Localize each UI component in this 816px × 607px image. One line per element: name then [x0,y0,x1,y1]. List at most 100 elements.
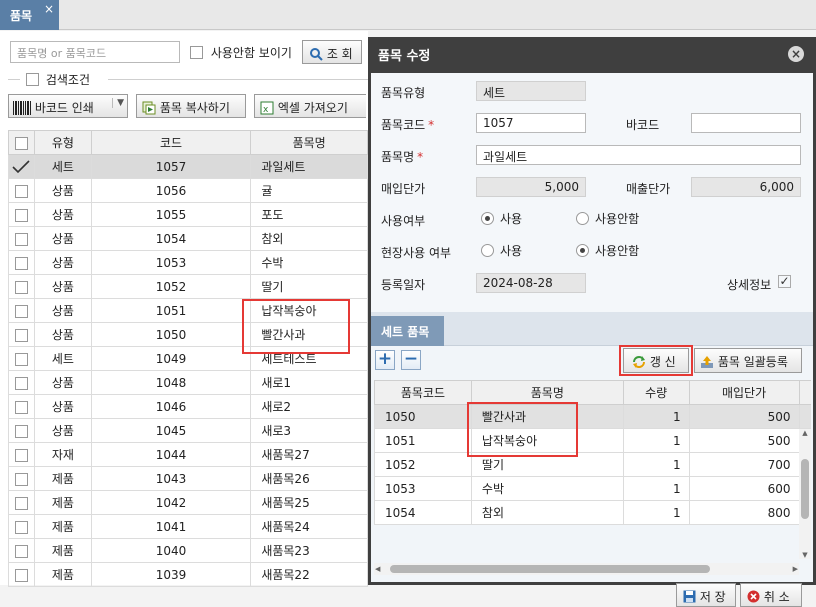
table-row[interactable]: 1054참외1800 [375,501,812,525]
tab-items[interactable]: 품목 × [0,0,59,30]
checkbox-box[interactable] [15,545,28,558]
table-row[interactable]: 상품1054참외 [9,227,368,251]
horizontal-scrollbar[interactable]: ◀ ▶ [374,563,799,575]
show-unused-checkbox[interactable]: 사용안함 보이기 [190,44,292,61]
column-header[interactable]: 품목코드 [375,381,472,405]
column-header[interactable]: 품목명 [251,131,368,155]
column-header[interactable]: 품목명 [471,381,623,405]
checkbox-box[interactable] [15,449,28,462]
table-row[interactable]: 제품1041새품목24 [9,515,368,539]
table-row[interactable]: 상품1056귤 [9,179,368,203]
row-checkbox[interactable] [9,539,35,563]
cancel-button[interactable]: 취 소 [740,583,802,607]
excel-import-button[interactable]: x 엑셀 가져오기 [254,94,366,118]
checkbox-box[interactable] [15,425,28,438]
checkbox-box[interactable] [15,401,28,414]
table-row[interactable]: 제품1039새품목22 [9,563,368,587]
row-checkbox[interactable] [9,347,35,371]
detail-info-checkbox[interactable]: ✓ [778,275,791,288]
search-conditions-toggle[interactable]: 검색조건 [22,71,94,88]
column-header[interactable]: 유형 [34,131,91,155]
row-checkbox[interactable] [9,371,35,395]
row-checkbox[interactable] [9,179,35,203]
checkbox-box[interactable] [26,73,39,86]
row-checkbox[interactable] [9,491,35,515]
tab-set-items[interactable]: 세트 품목 [371,316,444,346]
close-tab-icon[interactable]: × [44,2,54,16]
row-checkbox[interactable] [9,563,35,587]
checkbox-box[interactable] [15,353,28,366]
row-checkbox[interactable] [9,515,35,539]
checkbox-box[interactable] [15,209,28,222]
column-header[interactable]: 매입단가 [689,381,799,405]
table-row[interactable]: 제품1042새품목25 [9,491,368,515]
radio-dot[interactable] [576,212,589,225]
scroll-down-arrow[interactable]: ▼ [799,551,811,559]
scroll-thumb[interactable] [801,459,809,519]
checkbox-box[interactable] [15,185,28,198]
select-all-header[interactable] [9,131,35,155]
row-checkbox[interactable] [9,419,35,443]
row-checkbox[interactable] [9,467,35,491]
item-name-field[interactable]: 과일세트 [476,145,801,165]
checkbox-box[interactable] [190,46,203,59]
scroll-right-arrow[interactable]: ▶ [793,563,798,575]
save-button[interactable]: 저 장 [676,583,736,607]
table-row[interactable]: 상품1046새로2 [9,395,368,419]
checkbox-box[interactable] [15,497,28,510]
table-row[interactable]: 상품1052딸기 [9,275,368,299]
row-checkbox[interactable] [9,203,35,227]
table-row[interactable]: 상품1053수박 [9,251,368,275]
column-header[interactable]: 코드 [91,131,251,155]
barcode-field[interactable] [691,113,801,133]
table-row[interactable]: 세트1057과일세트 [9,155,368,179]
table-row[interactable]: 제품1040새품목23 [9,539,368,563]
radio-dot[interactable] [481,244,494,257]
copy-item-button[interactable]: 품목 복사하기 [136,94,246,118]
radio-dot[interactable] [481,212,494,225]
table-row[interactable]: 자재1044새품목27 [9,443,368,467]
search-input[interactable]: 품목명 or 품목코드 [10,41,180,63]
checkbox-box[interactable] [15,137,28,150]
row-checkbox[interactable] [9,275,35,299]
checkbox-box[interactable] [15,281,28,294]
row-checkbox[interactable] [9,299,35,323]
checkbox-box[interactable] [15,569,28,582]
checkbox-box[interactable] [15,233,28,246]
vertical-scrollbar[interactable]: ▲ ▼ [799,429,811,559]
table-row[interactable]: 상품1055포도 [9,203,368,227]
table-row[interactable]: 상품1048새로1 [9,371,368,395]
use-status-use-radio[interactable]: 사용 [481,210,522,227]
scroll-up-arrow[interactable]: ▲ [799,429,811,437]
checkbox-box[interactable] [15,473,28,486]
table-row[interactable]: 1052딸기1700 [375,453,812,477]
barcode-print-button[interactable]: 바코드 인쇄 ▼ [8,94,128,118]
table-row[interactable]: 1050빨간사과1500 [375,405,812,429]
table-row[interactable]: 1051납작복숭아1500 [375,429,812,453]
site-use-unused-radio[interactable]: 사용안함 [576,242,639,259]
radio-dot[interactable] [576,244,589,257]
checkbox-box[interactable] [15,257,28,270]
checkbox-box[interactable] [15,305,28,318]
add-row-button[interactable]: + [375,350,395,370]
row-checkbox[interactable] [9,323,35,347]
table-row[interactable]: 제품1043새품목26 [9,467,368,491]
row-checkbox[interactable] [9,251,35,275]
checkbox-box[interactable] [15,377,28,390]
row-checkbox[interactable] [9,443,35,467]
remove-row-button[interactable]: − [401,350,421,370]
table-row[interactable]: 상품1045새로3 [9,419,368,443]
checkbox-box[interactable] [15,329,28,342]
checkbox-box[interactable] [15,521,28,534]
chevron-down-icon[interactable]: ▼ [112,98,124,108]
column-header[interactable]: 수량 [623,381,689,405]
item-code-field[interactable]: 1057 [476,113,586,133]
use-status-unused-radio[interactable]: 사용안함 [576,210,639,227]
row-checkbox[interactable] [9,155,35,179]
site-use-use-radio[interactable]: 사용 [481,242,522,259]
bulk-register-button[interactable]: 품목 일괄등록 [694,348,802,373]
close-icon[interactable]: × [788,46,804,62]
search-button[interactable]: 조 회 [302,40,362,64]
scroll-left-arrow[interactable]: ◀ [375,563,380,575]
scroll-thumb[interactable] [390,565,710,573]
